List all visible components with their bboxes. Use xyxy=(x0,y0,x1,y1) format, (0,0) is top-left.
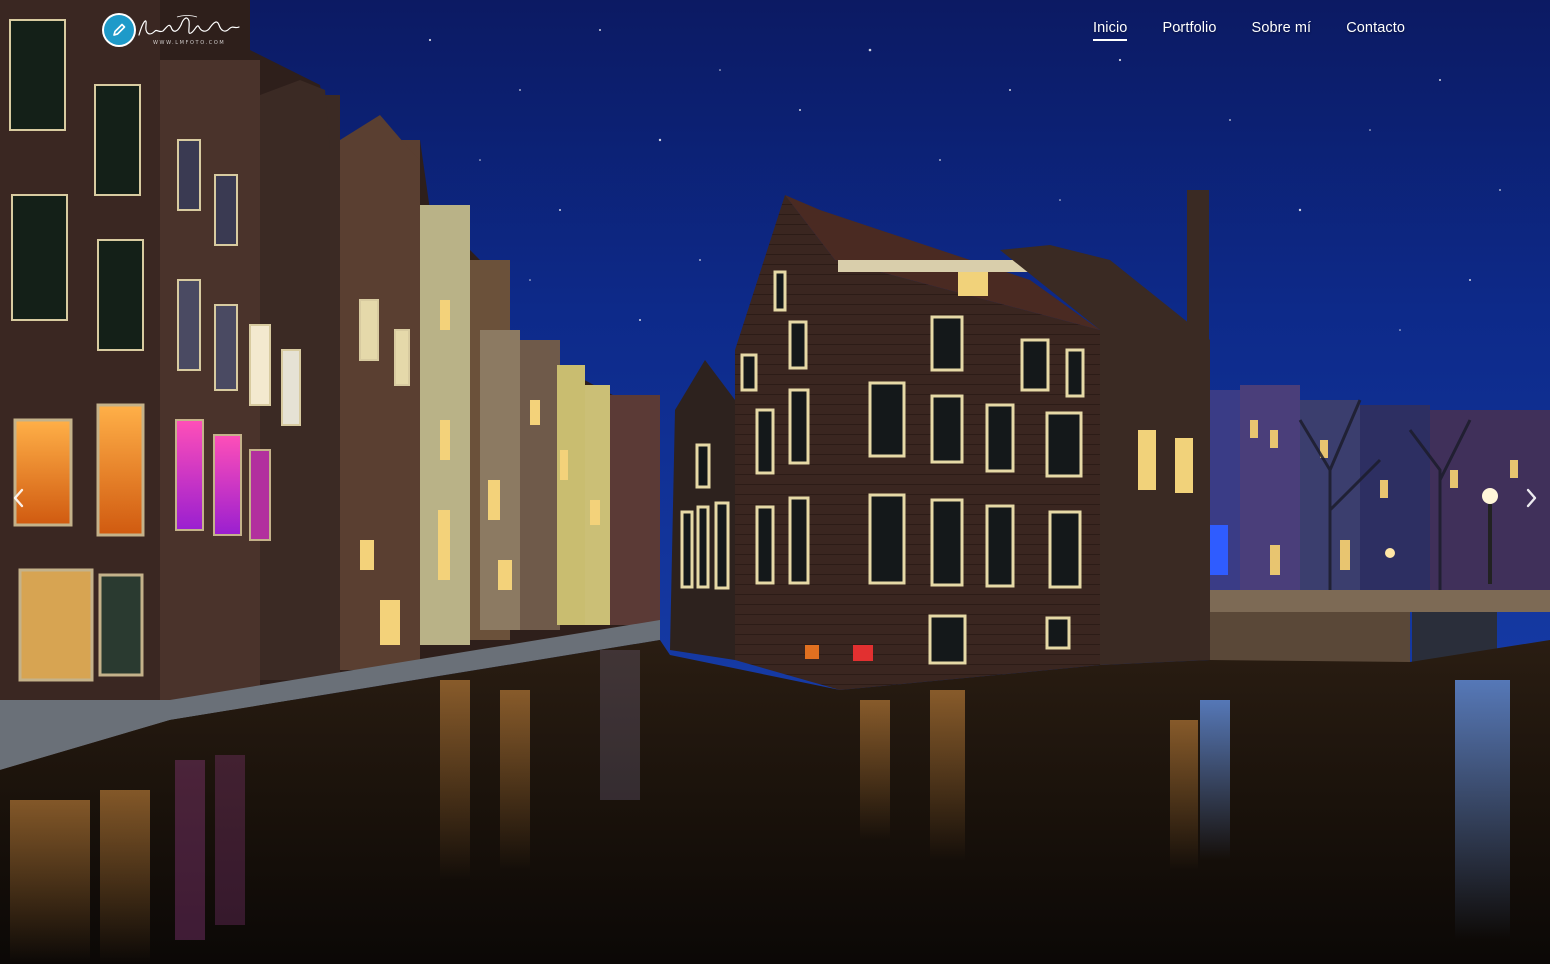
nav-item-portfolio[interactable]: Portfolio xyxy=(1162,20,1216,41)
nav-item-inicio[interactable]: Inicio xyxy=(1093,20,1128,41)
slider-prev-button[interactable] xyxy=(8,485,30,511)
chevron-left-icon xyxy=(13,488,24,508)
pencil-icon xyxy=(104,15,134,45)
logo-signature xyxy=(138,15,240,36)
logo-tagline: WWW.LMFOTO.COM xyxy=(153,40,226,46)
hero-slider: WWW.LMFOTO.COM Inicio Portfolio Sobre mí… xyxy=(0,0,1550,964)
chevron-right-icon xyxy=(1526,488,1537,508)
main-nav: Inicio Portfolio Sobre mí Contacto xyxy=(1093,20,1405,41)
nav-item-contacto[interactable]: Contacto xyxy=(1346,20,1405,41)
site-logo[interactable]: WWW.LMFOTO.COM xyxy=(103,12,243,50)
slider-next-button[interactable] xyxy=(1520,485,1542,511)
hero-slide-image xyxy=(0,0,1550,964)
site-header: WWW.LMFOTO.COM Inicio Portfolio Sobre mí… xyxy=(0,0,1550,60)
nav-item-sobre-mi[interactable]: Sobre mí xyxy=(1252,20,1312,41)
